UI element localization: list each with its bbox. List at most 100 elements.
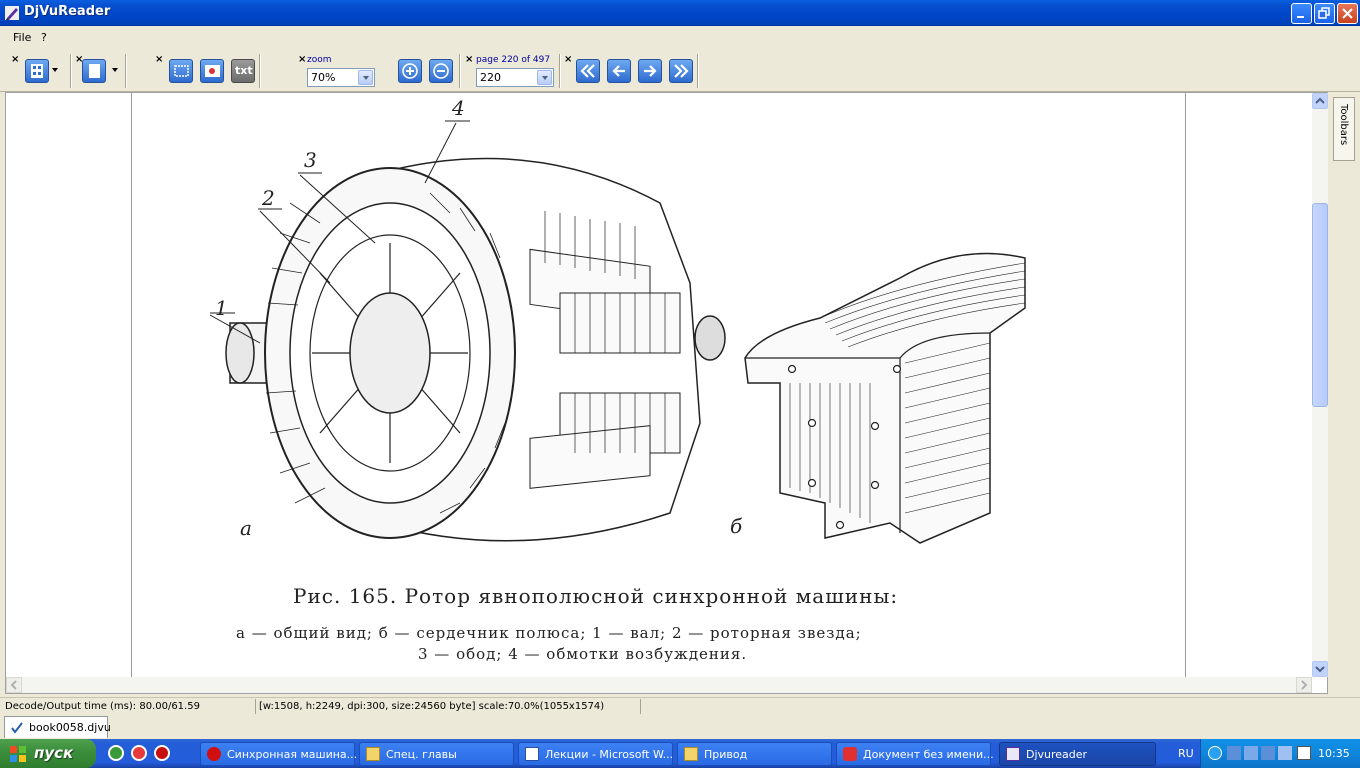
document-tab-strip: book0058.djvu xyxy=(0,715,1360,739)
clock: 10:35 xyxy=(1318,747,1350,760)
select-area-button[interactable] xyxy=(169,59,193,83)
toolbar-separator xyxy=(125,54,126,88)
page-value: 220 xyxy=(480,71,501,84)
chevron-right-icon xyxy=(1301,680,1308,690)
close-toolbar-icon[interactable]: × xyxy=(298,54,306,65)
folder-icon xyxy=(684,747,698,761)
task-label: Синхронная машина... xyxy=(227,748,358,761)
pole-core-illustration xyxy=(744,252,1026,544)
taskbar: пуск Синхронная машина... Спец. главы Ле… xyxy=(0,739,1360,768)
djvureader-icon xyxy=(1006,747,1020,761)
page-info-status: [w:1508, h:2249, dpi:300, size:24560 byt… xyxy=(259,701,605,712)
show-hidden-icons-icon[interactable] xyxy=(1208,746,1222,760)
arrow-right-icon xyxy=(644,65,657,77)
close-toolbar-icon[interactable]: × xyxy=(465,54,473,65)
task-label: Djvureader xyxy=(1026,748,1088,761)
toolbar-separator xyxy=(70,54,71,88)
text-select-button[interactable]: txt xyxy=(231,59,255,83)
opera-browser-icon[interactable] xyxy=(154,745,170,761)
scroll-up-button[interactable] xyxy=(1312,93,1328,109)
taskbar-item-spec-chapters[interactable]: Спец. главы xyxy=(359,742,514,766)
network-icon[interactable] xyxy=(1244,746,1258,760)
side-panel xyxy=(1331,92,1360,694)
rotor-figure: 1 2 3 4 a б xyxy=(209,96,1026,544)
taskbar-item-drive[interactable]: Привод xyxy=(677,742,832,766)
label-4: 4 xyxy=(451,96,465,120)
opera-icon[interactable] xyxy=(131,745,147,761)
minimize-icon xyxy=(1297,16,1304,18)
chevron-down-icon[interactable] xyxy=(112,68,118,72)
close-button[interactable] xyxy=(1337,3,1358,24)
vertical-scroll-thumb[interactable] xyxy=(1312,203,1328,407)
zoom-value: 70% xyxy=(311,71,336,84)
start-button[interactable]: пуск xyxy=(0,739,96,768)
vertical-scrollbar[interactable] xyxy=(1312,93,1328,677)
toolbar-separator xyxy=(559,54,560,88)
restore-button[interactable] xyxy=(1314,3,1335,24)
menu-bar: File ? xyxy=(0,26,1360,48)
label-3: 3 xyxy=(304,148,317,172)
chevron-down-icon[interactable] xyxy=(358,70,373,85)
next-page-button[interactable] xyxy=(638,59,662,83)
windows-logo-icon xyxy=(10,746,26,762)
selection-icon xyxy=(174,65,189,77)
previous-page-button[interactable] xyxy=(607,59,631,83)
toolbar-separator xyxy=(697,54,698,88)
scroll-down-button[interactable] xyxy=(1312,661,1328,677)
shield-icon[interactable] xyxy=(1278,746,1292,760)
image-select-button[interactable] xyxy=(200,59,224,83)
arrow-left-icon xyxy=(612,65,625,77)
horizontal-scrollbar[interactable] xyxy=(6,677,1312,693)
double-chevron-left-icon xyxy=(580,64,595,78)
utorrent-icon[interactable] xyxy=(108,745,124,761)
figure-caption-line-2: 3 — обод; 4 — обмотки возбуждения. xyxy=(418,645,748,663)
toolbars-tab[interactable]: Toolbars xyxy=(1333,97,1355,161)
label-2: 2 xyxy=(261,186,275,210)
zoom-out-button[interactable] xyxy=(429,59,453,83)
taskbar-item-lectures-word[interactable]: Лекции - Microsoft W... xyxy=(518,742,673,766)
close-toolbar-icon[interactable]: × xyxy=(564,54,572,65)
zoom-in-button[interactable] xyxy=(398,59,422,83)
document-tab[interactable]: book0058.djvu xyxy=(4,716,111,738)
first-page-button[interactable] xyxy=(576,59,600,83)
chevron-down-icon[interactable] xyxy=(52,68,58,72)
scroll-left-button[interactable] xyxy=(6,677,22,693)
toolbar-separator xyxy=(459,54,460,88)
scroll-right-button[interactable] xyxy=(1296,677,1312,693)
page-mode-button[interactable] xyxy=(82,59,106,83)
layout-button[interactable] xyxy=(25,59,49,83)
network-icon[interactable] xyxy=(1227,746,1241,760)
taskbar-item-djvureader[interactable]: Djvureader xyxy=(999,742,1156,766)
zoom-select[interactable]: 70% xyxy=(307,68,375,87)
title-bar: DjVuReader xyxy=(0,0,1360,26)
chevron-down-icon[interactable] xyxy=(537,70,552,85)
language-indicator[interactable]: RU xyxy=(1178,747,1194,760)
decode-time-status: Decode/Output time (ms): 80.00/61.59 xyxy=(5,701,200,712)
page-icon xyxy=(89,64,100,78)
label-1: 1 xyxy=(215,296,228,320)
chevron-down-icon xyxy=(1315,666,1325,673)
checkmark-icon xyxy=(11,722,23,734)
task-label: Лекции - Microsoft W... xyxy=(545,748,674,761)
label-a: a xyxy=(240,516,252,540)
document-app-icon xyxy=(843,747,857,761)
status-bar: Decode/Output time (ms): 80.00/61.59 [w:… xyxy=(0,697,1360,715)
close-toolbar-icon[interactable]: × xyxy=(155,54,163,65)
task-label: Привод xyxy=(704,748,748,761)
minimize-button[interactable] xyxy=(1291,3,1312,24)
rotor-illustration xyxy=(209,120,726,542)
toolbar-separator xyxy=(259,54,260,88)
network-icon[interactable] xyxy=(1261,746,1275,760)
mail-icon[interactable] xyxy=(1297,746,1311,760)
close-toolbar-icon[interactable]: × xyxy=(11,54,19,65)
taskbar-item-sync-machine[interactable]: Синхронная машина... xyxy=(200,742,358,766)
djvureader-app-icon xyxy=(5,6,19,20)
last-page-button[interactable] xyxy=(669,59,693,83)
start-label: пуск xyxy=(34,744,74,762)
zoom-out-icon xyxy=(433,63,449,79)
page-select[interactable]: 220 xyxy=(476,68,554,87)
menu-help[interactable]: ? xyxy=(41,31,47,44)
menu-file[interactable]: File xyxy=(13,31,31,44)
taskbar-item-untitled-document[interactable]: Документ без имени... xyxy=(836,742,994,766)
layout-icon xyxy=(31,64,43,78)
